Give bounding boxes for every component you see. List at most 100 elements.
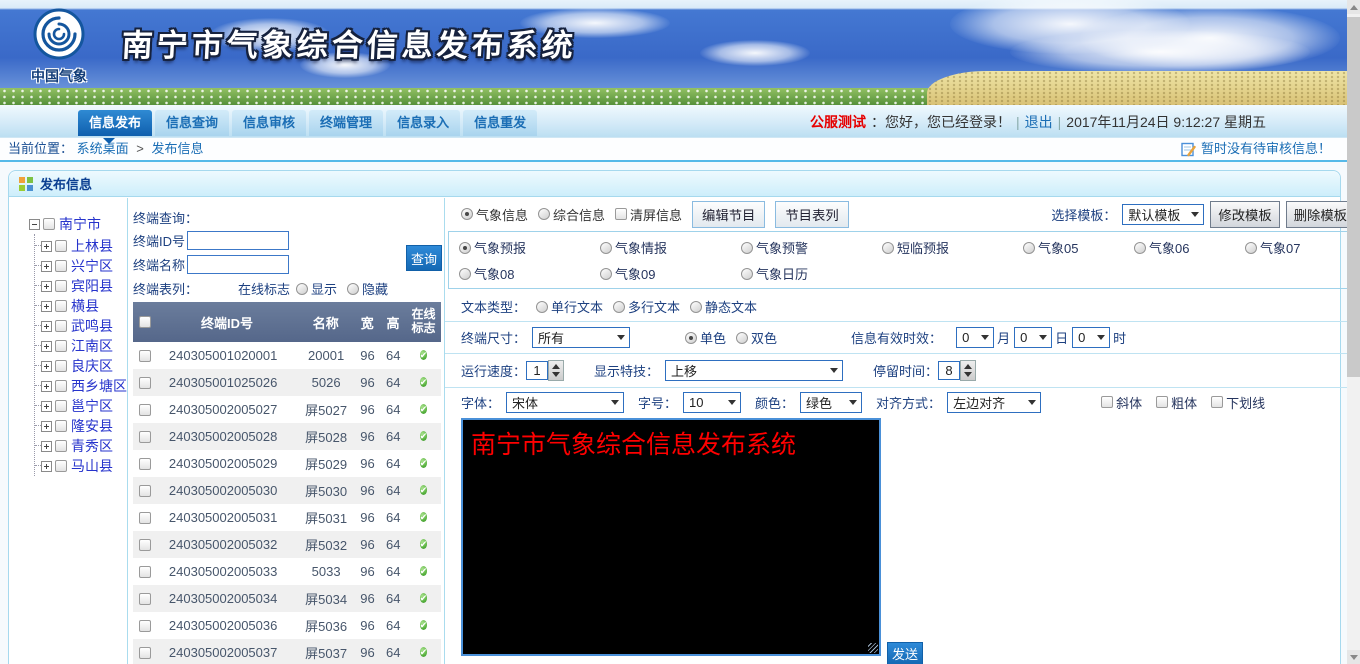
row-checkbox[interactable] (139, 620, 151, 632)
dual-color-radio[interactable] (736, 332, 748, 344)
delete-template-button[interactable]: 删除模板 (1286, 201, 1355, 228)
terminal-name-input[interactable] (187, 255, 289, 274)
tree-item-label[interactable]: 邕宁区 (71, 396, 113, 416)
expand-icon[interactable] (41, 341, 52, 352)
bold-checkbox[interactable] (1156, 396, 1168, 408)
category-radio[interactable] (600, 268, 612, 280)
row-checkbox[interactable] (139, 431, 151, 443)
tab-info-audit[interactable]: 信息审核 (232, 110, 306, 136)
category-radio[interactable] (1023, 242, 1035, 254)
align-select[interactable]: 左边对齐 (947, 392, 1041, 413)
search-button[interactable]: 查询 (406, 245, 442, 271)
tree-item-checkbox[interactable] (55, 440, 67, 452)
tree-item-label[interactable]: 马山县 (71, 456, 113, 476)
category-radio[interactable] (1134, 242, 1146, 254)
template-select[interactable]: 默认模板 (1122, 204, 1204, 225)
tree-item-checkbox[interactable] (55, 400, 67, 412)
category-radio[interactable] (741, 242, 753, 254)
tree-item-checkbox[interactable] (55, 420, 67, 432)
effect-select[interactable]: 上移 (665, 360, 843, 381)
tree-item-checkbox[interactable] (55, 320, 67, 332)
program-list-button[interactable]: 节目表列 (775, 201, 848, 228)
select-all-checkbox[interactable] (139, 316, 151, 328)
tree-item-checkbox[interactable] (55, 240, 67, 252)
font-select[interactable]: 宋体 (506, 392, 624, 413)
category-radio[interactable] (882, 242, 894, 254)
scroll-down-icon[interactable] (1347, 650, 1360, 664)
expand-icon[interactable] (41, 241, 52, 252)
row-checkbox[interactable] (139, 485, 151, 497)
expand-icon[interactable] (41, 301, 52, 312)
hide-radio[interactable] (347, 283, 359, 295)
tree-item-checkbox[interactable] (55, 300, 67, 312)
tree-item-label[interactable]: 兴宁区 (71, 256, 113, 276)
expand-icon[interactable] (41, 321, 52, 332)
tree-item-checkbox[interactable] (55, 260, 67, 272)
expand-icon[interactable] (41, 281, 52, 292)
tree-item-label[interactable]: 良庆区 (71, 356, 113, 376)
row-checkbox[interactable] (139, 647, 151, 659)
expand-icon[interactable] (41, 441, 52, 452)
row-checkbox[interactable] (139, 593, 151, 605)
expand-icon[interactable] (41, 421, 52, 432)
category-radio[interactable] (459, 242, 471, 254)
speed-input[interactable]: 1 (526, 361, 548, 380)
tree-root-label[interactable]: 南宁市 (59, 214, 101, 234)
edit-program-button[interactable]: 编辑节目 (692, 201, 765, 228)
clear-screen-checkbox[interactable] (615, 208, 627, 220)
tab-info-entry[interactable]: 信息录入 (386, 110, 460, 136)
single-line-radio[interactable] (536, 301, 548, 313)
tree-item-checkbox[interactable] (55, 460, 67, 472)
tab-info-publish[interactable]: 信息发布 (78, 110, 152, 136)
multi-line-radio[interactable] (613, 301, 625, 313)
speed-stepper[interactable] (548, 360, 564, 381)
row-checkbox[interactable] (139, 404, 151, 416)
collapse-icon[interactable] (29, 219, 40, 230)
validity-day-select[interactable]: 0 (1014, 327, 1052, 348)
validity-month-select[interactable]: 0 (956, 327, 994, 348)
validity-hour-select[interactable]: 0 (1072, 327, 1110, 348)
category-radio[interactable] (459, 268, 471, 280)
expand-icon[interactable] (41, 361, 52, 372)
color-select[interactable]: 绿色 (800, 392, 862, 413)
row-checkbox[interactable] (139, 512, 151, 524)
expand-icon[interactable] (41, 401, 52, 412)
breadcrumb-current-link[interactable]: 发布信息 (152, 141, 204, 156)
send-button[interactable]: 发送 (887, 642, 923, 664)
logout-link[interactable]: 退出 (1025, 112, 1053, 132)
tree-item-label[interactable]: 隆安县 (71, 416, 113, 436)
tree-item-label[interactable]: 武鸣县 (71, 316, 113, 336)
expand-icon[interactable] (41, 461, 52, 472)
mono-color-radio[interactable] (685, 332, 697, 344)
stay-stepper[interactable] (960, 360, 976, 381)
terminal-id-input[interactable] (187, 231, 289, 250)
tree-item-label[interactable]: 西乡塘区 (71, 376, 127, 396)
font-size-select[interactable]: 10 (683, 392, 741, 413)
tree-item-label[interactable]: 上林县 (71, 236, 113, 256)
expand-icon[interactable] (41, 261, 52, 272)
terminal-size-select[interactable]: 所有 (532, 327, 630, 348)
category-radio[interactable] (1245, 242, 1257, 254)
row-checkbox[interactable] (139, 458, 151, 470)
tree-item-label[interactable]: 青秀区 (71, 436, 113, 456)
general-info-radio[interactable] (538, 208, 550, 220)
show-radio[interactable] (296, 283, 308, 295)
row-checkbox[interactable] (139, 350, 151, 362)
italic-checkbox[interactable] (1101, 396, 1113, 408)
underline-checkbox[interactable] (1211, 396, 1223, 408)
page-scrollbar[interactable] (1347, 0, 1360, 664)
weather-info-radio[interactable] (461, 208, 473, 220)
expand-icon[interactable] (41, 381, 52, 392)
static-text-radio[interactable] (690, 301, 702, 313)
tree-root-checkbox[interactable] (43, 218, 55, 230)
category-radio[interactable] (741, 268, 753, 280)
tree-item-checkbox[interactable] (55, 380, 67, 392)
tree-item-label[interactable]: 横县 (71, 296, 99, 316)
row-checkbox[interactable] (139, 566, 151, 578)
stay-input[interactable]: 8 (938, 361, 960, 380)
tab-info-query[interactable]: 信息查询 (155, 110, 229, 136)
tree-item-label[interactable]: 江南区 (71, 336, 113, 356)
tab-terminal-manage[interactable]: 终端管理 (309, 110, 383, 136)
category-radio[interactable] (600, 242, 612, 254)
tree-item-checkbox[interactable] (55, 280, 67, 292)
